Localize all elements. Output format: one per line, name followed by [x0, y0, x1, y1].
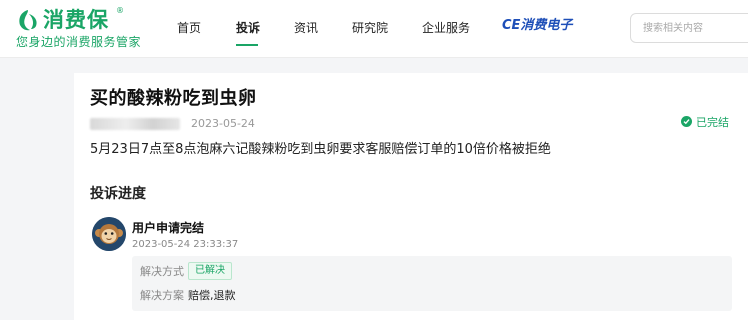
- progress-section-title: 投诉进度: [90, 186, 146, 202]
- registered-mark: ®: [116, 6, 124, 15]
- resolved-tag: 已解决: [188, 262, 232, 280]
- complaint-title: 买的酸辣粉吃到虫卵: [90, 88, 257, 109]
- monkey-avatar-icon: [92, 217, 126, 251]
- leaf-logo-icon: [19, 10, 37, 31]
- step-timestamp: 2023-05-24 23:33:37: [132, 239, 239, 250]
- ce-brand-label: 消费电子: [520, 18, 573, 33]
- nav-research[interactable]: 研究院: [352, 20, 388, 36]
- complaint-date: 2023-05-24: [191, 117, 255, 130]
- resolution-method-label: 解决方式: [140, 265, 184, 278]
- complaint-card: 买的酸辣粉吃到虫卵 2023-05-24 已完结 5月23日7点至8点泡麻六记酸…: [74, 73, 748, 320]
- nav-home[interactable]: 首页: [177, 20, 201, 36]
- ce-brand-prefix: CE: [502, 18, 521, 33]
- search-input[interactable]: [630, 13, 748, 43]
- resolution-plan-label: 解决方案: [140, 289, 184, 302]
- site-header: 消费保 ® 您身边的消费服务管家 首页 投诉 资讯 研究院 企业服务 CE消费电…: [0, 0, 748, 58]
- nav-news[interactable]: 资讯: [294, 20, 318, 36]
- complaint-summary: 5月23日7点至8点泡麻六记酸辣粉吃到虫卵要求客服赔偿订单的10倍价格被拒绝: [90, 142, 551, 157]
- logo-tagline: 您身边的消费服务管家: [16, 35, 142, 49]
- author-name-blurred: [90, 118, 180, 130]
- nav-complaints[interactable]: 投诉: [236, 20, 260, 36]
- logo-name: 消费保: [43, 8, 109, 32]
- nav-active-indicator: [236, 44, 258, 46]
- status-text: 已完结: [696, 116, 729, 129]
- resolution-detail: 解决方式 已解决 解决方案 赔偿,退款: [132, 256, 732, 311]
- nav-ce-electronics[interactable]: CE消费电子: [502, 17, 572, 35]
- check-circle-icon: [681, 116, 692, 127]
- resolution-plan-value: 赔偿,退款: [188, 289, 236, 302]
- nav-enterprise[interactable]: 企业服务: [422, 20, 470, 36]
- step-title: 用户申请完结: [132, 221, 205, 235]
- site-logo[interactable]: 消费保 ® 您身边的消费服务管家: [16, 6, 176, 52]
- status-badge: 已完结: [681, 115, 729, 131]
